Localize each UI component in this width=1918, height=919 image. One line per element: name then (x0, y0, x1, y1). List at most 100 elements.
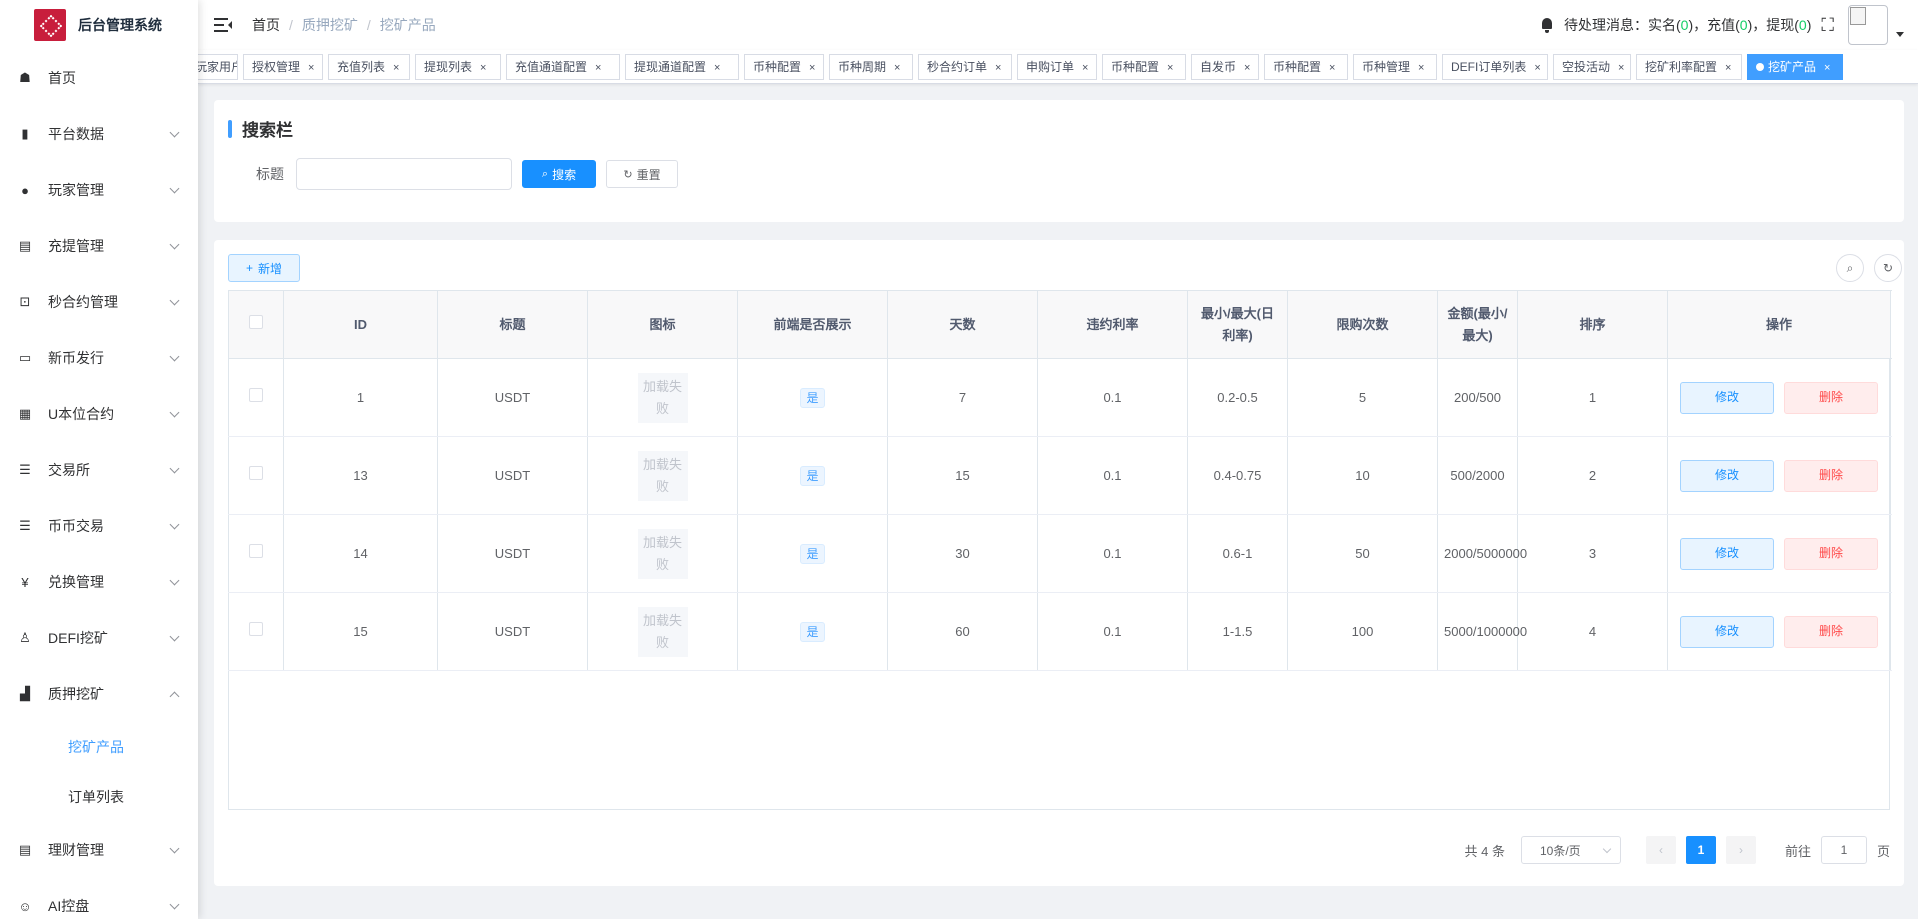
close-icon[interactable]: × (1534, 62, 1540, 74)
delete-button[interactable]: 删除 (1784, 615, 1878, 648)
sidebar-item[interactable]: ¥ 兑换管理 (0, 554, 198, 610)
sidebar-item[interactable]: ♙ DEFI挖矿 (0, 610, 198, 666)
refresh-button[interactable]: ↻ (1874, 254, 1902, 282)
edit-button[interactable]: 修改 (1680, 459, 1774, 492)
close-icon[interactable]: × (1418, 62, 1424, 74)
close-icon[interactable]: × (894, 62, 900, 74)
robot-icon: ☺ (18, 898, 32, 914)
tag-item[interactable]: 币种配置 × (1102, 54, 1186, 80)
reset-button[interactable]: ↻ 重置 (606, 160, 678, 188)
search-button[interactable]: ⌕ 搜索 (522, 160, 596, 188)
sidebar-item-label: 币币交易 (48, 518, 104, 534)
tag-item[interactable]: 提现通道配置 × (625, 54, 739, 80)
sidebar-item[interactable]: ▤ 理财管理 (0, 822, 198, 878)
sidebar-item[interactable]: ▤ 充提管理 (0, 218, 198, 274)
tag-item[interactable]: 挖矿利率配置 × (1636, 54, 1742, 80)
hamburger-toggle-icon[interactable] (214, 18, 232, 32)
delete-button[interactable]: 删除 (1784, 459, 1878, 492)
fullscreen-icon[interactable]: ⛶ (1821, 15, 1834, 36)
tag-item[interactable]: 充值列表 × (328, 54, 410, 80)
chevron-down-icon (169, 899, 180, 909)
tag-item[interactable]: 玩家用户× (198, 54, 238, 80)
tag-item[interactable]: 币种配置 × (744, 54, 824, 80)
cell-value: 60 (955, 624, 970, 639)
toggle-search-button[interactable]: ⌕ (1836, 254, 1864, 282)
sidebar-item[interactable]: ● 玩家管理 (0, 162, 198, 218)
tag-item[interactable]: 授权管理 × (243, 54, 323, 80)
row-checkbox[interactable] (249, 388, 263, 402)
close-icon[interactable]: × (809, 62, 815, 74)
breadcrumb-home[interactable]: 首页 (252, 15, 280, 35)
close-icon[interactable]: × (1167, 62, 1173, 74)
close-icon[interactable]: × (393, 62, 399, 74)
edit-button[interactable]: 修改 (1680, 615, 1774, 648)
caret-down-icon[interactable] (1896, 31, 1904, 37)
avatar[interactable] (1848, 5, 1888, 45)
prev-page-button[interactable]: ‹ (1645, 836, 1676, 864)
close-icon[interactable]: × (595, 62, 601, 74)
row-checkbox[interactable] (249, 622, 263, 636)
chevron-down-icon (169, 575, 180, 585)
cell-id: 1 (283, 358, 438, 437)
cell-id: 15 (283, 592, 438, 671)
edit-button[interactable]: 修改 (1680, 381, 1774, 414)
edit-button[interactable]: 修改 (1680, 537, 1774, 570)
pending-notice[interactable]: 待处理消息：实名(0)，充值(0)，提现(0) (1564, 15, 1811, 35)
sidebar-item[interactable]: ▦ U本位合约 (0, 386, 198, 442)
cell-days: 30 (887, 514, 1038, 593)
cell-days: 15 (887, 436, 1038, 515)
cell-value: 2 (1588, 468, 1597, 483)
table-header-row: ID 标题 图标 前端是否展示 天数 违约利率 最小/最大(日利率) 限购次数 金额(最小/最大… (228, 290, 1891, 359)
sidebar-item[interactable]: ☰ 交易所 (0, 442, 198, 498)
add-button[interactable]: + 新增 (228, 254, 300, 282)
close-icon[interactable]: × (480, 62, 486, 74)
tag-item[interactable]: 币种配置 × (1264, 54, 1348, 80)
sidebar-item[interactable]: ⊡ 秒合约管理 (0, 274, 198, 330)
tag-item[interactable]: 挖矿产品 × (1747, 54, 1843, 80)
page-size-select[interactable]: 10条/页 (1520, 836, 1621, 864)
status-badge: 是 (800, 466, 825, 486)
close-icon[interactable]: × (308, 62, 314, 74)
tag-item[interactable]: 自发币 × (1191, 54, 1259, 80)
sidebar-subitem[interactable]: 挖矿产品 (0, 722, 198, 772)
row-checkbox[interactable] (249, 466, 263, 480)
sidebar-subitem[interactable]: 订单列表 (0, 772, 198, 822)
cell-value: 0.2-0.5 (1217, 390, 1258, 405)
tag-item[interactable]: 空投活动 × (1553, 54, 1631, 80)
close-icon[interactable]: × (1824, 62, 1830, 74)
tag-item[interactable]: 提现列表 × (415, 54, 501, 80)
delete-button[interactable]: 删除 (1784, 381, 1878, 414)
sidebar-item[interactable]: ☺ AI控盘 (0, 878, 198, 919)
refresh-icon: ↻ (623, 168, 633, 181)
row-checkbox[interactable] (249, 544, 263, 558)
cell-value: 5 (1358, 390, 1367, 405)
sidebar-item[interactable]: ▮ 平台数据 (0, 106, 198, 162)
close-icon[interactable]: × (1244, 62, 1250, 74)
tag-item[interactable]: DEFI订单列表 × (1442, 54, 1548, 80)
tag-item[interactable]: 币种周期 × (829, 54, 913, 80)
monitor-chart-icon: ⊡ (19, 294, 31, 309)
tag-item[interactable]: 充值通道配置 × (506, 54, 620, 80)
tag-item[interactable]: 币种管理 × (1353, 54, 1437, 80)
title-search-input[interactable] (296, 158, 512, 190)
close-icon[interactable]: × (714, 62, 720, 74)
table-row: 15 USDT 加载失败 是 60 0.1 1-1.5 100 5000/1000000 4 修改删… (228, 592, 1891, 671)
close-icon[interactable]: × (1618, 62, 1624, 74)
delete-button[interactable]: 删除 (1784, 537, 1878, 570)
next-page-button[interactable]: › (1725, 836, 1756, 864)
close-icon[interactable]: × (995, 62, 1001, 74)
close-icon[interactable]: × (1082, 62, 1088, 74)
logo[interactable]: 后台管理系统 (0, 0, 198, 50)
bell-icon (1540, 17, 1554, 33)
close-icon[interactable]: × (1725, 62, 1731, 74)
page-number[interactable]: 1 (1685, 836, 1716, 864)
goto-page-input[interactable] (1820, 836, 1867, 864)
sidebar-item[interactable]: ▭ 新币发行 (0, 330, 198, 386)
tag-item[interactable]: 申购订单 × (1017, 54, 1097, 80)
sidebar-item[interactable]: ☰ 币币交易 (0, 498, 198, 554)
select-all-checkbox[interactable] (249, 314, 263, 329)
tag-item[interactable]: 秒合约订单 × (918, 54, 1012, 80)
close-icon[interactable]: × (1329, 62, 1335, 74)
sidebar-item[interactable]: ▟ 质押挖矿 (0, 666, 198, 722)
sidebar-item[interactable]: ☗ 首页 (0, 50, 198, 106)
